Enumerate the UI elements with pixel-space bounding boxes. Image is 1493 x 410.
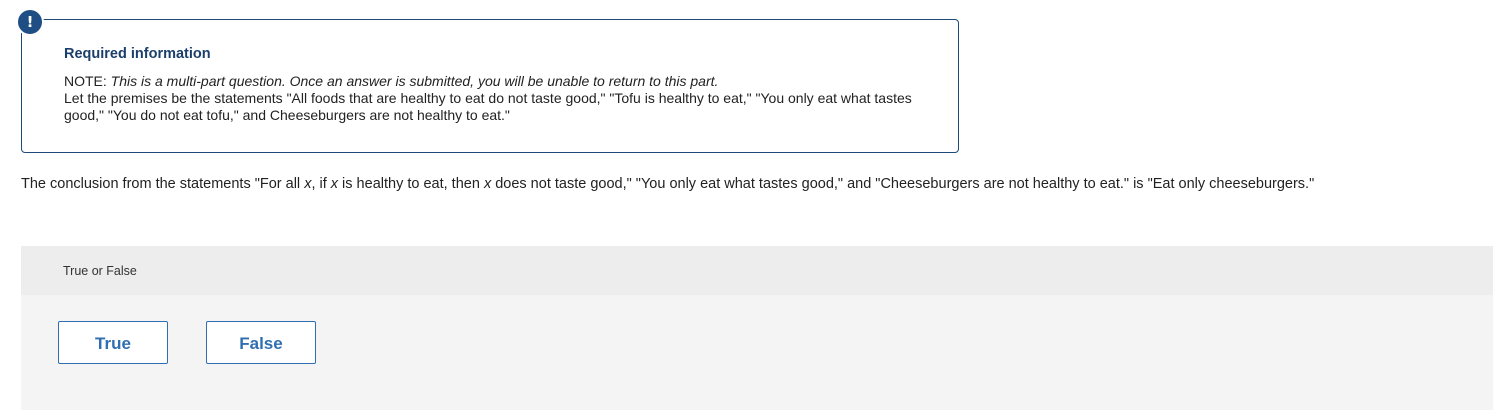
question-text: The conclusion from the statements "For … bbox=[21, 176, 1314, 192]
answer-panel: True or False True False bbox=[21, 246, 1493, 410]
note-text: This is a multi-part question. Once an a… bbox=[110, 73, 719, 89]
question-segment: is healthy to eat, then bbox=[338, 176, 484, 192]
required-info-title: Required information bbox=[64, 46, 211, 62]
required-info-box: Required information NOTE: This is a mul… bbox=[21, 19, 959, 153]
question-segment: The conclusion from the statements "For … bbox=[21, 176, 305, 192]
false-button[interactable]: False bbox=[206, 321, 316, 364]
question-segment: does not taste good," "You only eat what… bbox=[491, 176, 1315, 192]
question-variable: x bbox=[330, 176, 339, 192]
exclamation-icon: ! bbox=[16, 8, 44, 36]
premises-text: Let the premises be the statements "All … bbox=[64, 90, 912, 123]
required-info-body: NOTE: This is a multi-part question. Onc… bbox=[64, 73, 924, 124]
answer-header: True or False bbox=[21, 246, 1493, 295]
answer-header-label: True or False bbox=[63, 264, 137, 278]
true-button[interactable]: True bbox=[58, 321, 168, 364]
note-label: NOTE: bbox=[64, 73, 107, 89]
question-segment: , if bbox=[311, 176, 331, 192]
